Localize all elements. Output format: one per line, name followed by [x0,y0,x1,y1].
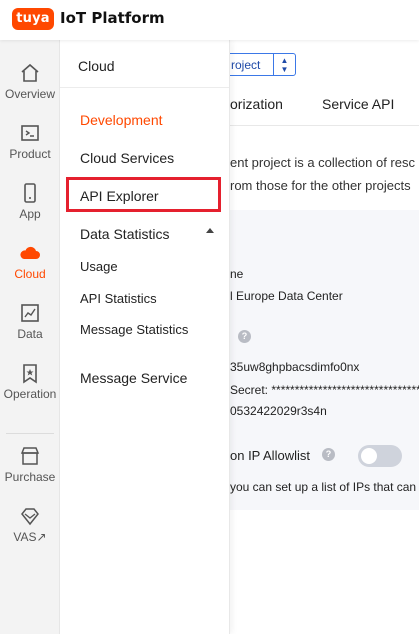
data-center-value: l Europe Data Center [230,289,343,303]
project-select-value: roject [231,58,261,72]
phone-icon [24,183,36,203]
menu-message-service[interactable]: Message Service [80,370,187,386]
nav-cloud-label: Cloud [14,267,46,281]
access-secret-row: Secret: ******************************** [230,383,419,397]
nav-vas-text: VAS [13,530,37,544]
ip-allowlist-label: on IP Allowlist [230,448,310,463]
chevron-up-icon[interactable] [206,228,214,233]
project-select[interactable]: roject ▲ ▼ [220,53,296,76]
nav-overview-label: Overview [4,87,55,101]
nav-app[interactable]: App [0,182,60,238]
cloud-flyout-menu: Cloud Development Cloud Services API Exp… [60,40,230,634]
nav-data-label: Data [17,327,43,341]
top-header: tuya IoT Platform [0,0,419,40]
tuya-logo[interactable]: tuya [12,8,54,30]
app-title: IoT Platform [60,9,165,27]
nav-purchase[interactable]: Purchase [0,445,60,501]
toggle-knob [361,448,377,464]
ip-allowlist-help-icon[interactable]: ? [322,448,335,461]
nav-cloud[interactable]: Cloud [0,242,60,298]
menu-cloud-services[interactable]: Cloud Services [80,150,174,166]
updown-chevron-icon: ▲ ▼ [273,54,295,75]
access-secret-label: Secret: [230,383,272,397]
flyout-title: Cloud [78,58,115,74]
menu-message-statistics[interactable]: Message Statistics [80,322,188,337]
nav-app-label: App [19,207,41,221]
bookmark-star-icon [23,364,37,384]
project-description-line-2: rom those for the other projects [230,178,411,193]
ip-allowlist-description: you can set up a list of IPs that can l [230,480,419,494]
nav-operation[interactable]: Operation [0,362,60,418]
diamond-icon [21,508,39,526]
nav-product-label: Product [9,147,51,161]
access-secret-value: 0532422029r3s4n [230,404,327,418]
left-nav-rail: Overview Product App Cloud Data Operatio… [0,40,60,634]
app-root: tuya IoT Platform roject ▲ ▼ orization Se… [0,0,419,634]
tab-service-api[interactable]: Service API [322,96,394,112]
external-link-icon: ↗ [36,530,47,544]
nav-data[interactable]: Data [0,302,60,358]
nav-purchase-label: Purchase [4,470,56,484]
api-explorer-highlight [66,177,221,212]
nav-product[interactable]: Product [0,122,60,178]
help-icon[interactable]: ? [238,330,251,343]
name-label: ne [230,267,244,281]
nav-overview[interactable]: Overview [0,62,60,118]
rail-divider [6,433,54,434]
tab-authorization[interactable]: orization [230,96,283,112]
chart-icon [21,304,39,322]
menu-development[interactable]: Development [80,112,163,128]
nav-vas[interactable]: VAS↗ [0,505,60,561]
home-icon [21,63,39,82]
nav-vas-label: VAS↗ [0,530,60,544]
ip-allowlist-toggle[interactable] [358,445,402,467]
menu-data-statistics[interactable]: Data Statistics [80,226,169,242]
access-id-value: 35uw8ghpbacsdimfo0nx [230,360,360,374]
cloud-icon [20,246,40,259]
flyout-divider [60,87,229,88]
nav-operation-label: Operation [3,387,57,401]
menu-api-statistics[interactable]: API Statistics [80,291,157,306]
menu-usage[interactable]: Usage [80,259,118,274]
terminal-icon [21,125,39,141]
access-secret-mask: ******************************** [271,383,419,397]
project-description-line-1: ent project is a collection of resc [230,155,415,170]
shop-icon [20,447,40,465]
